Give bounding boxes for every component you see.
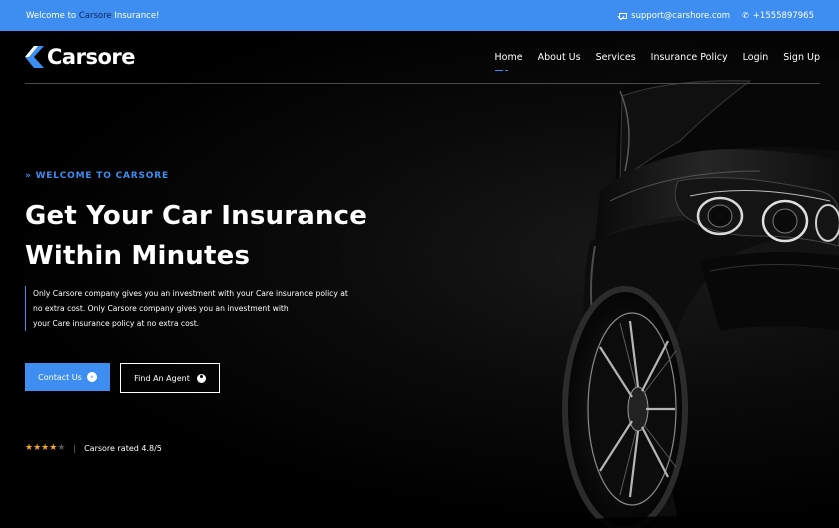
topbar-contacts: support@carshore.com ✆ +1555897965 [619,11,814,21]
desc-line-1: Only Carsore company gives you an invest… [33,289,348,298]
logo-text[interactable]: Carsore [47,45,135,69]
logo-mark-icon [25,46,44,68]
arrow-right-icon: › [86,372,97,382]
hero-description: Only Carsore company gives you an invest… [25,286,355,331]
rating: ★★★★★ | Carsore rated 4.8/5 [25,443,162,453]
nav-item-insurance-policy[interactable]: Insurance Policy [651,52,728,63]
phone-contact[interactable]: ✆ +1555897965 [742,11,814,21]
nav-menu: Home About Us Services Insurance Policy … [494,52,820,71]
mail-icon [619,12,628,19]
headline-line-1: Get Your Car Insurance [25,201,368,231]
star-icon: ★ [57,443,66,453]
nav-item-services[interactable]: Services [596,52,636,63]
user-icon [196,373,206,383]
nav-item-home[interactable]: Home [494,52,523,71]
nav-item-sign-up[interactable]: Sign Up [783,52,820,63]
rating-text: Carsore rated 4.8/5 [84,443,162,453]
phone-icon: ✆ [742,11,749,20]
email-contact[interactable]: support@carshore.com [619,11,730,21]
star-icon: ★ [33,443,42,453]
welcome-prefix: Welcome to [26,10,79,21]
find-agent-label: Find An Agent [134,373,190,383]
headline-line-2: Within Minutes [25,241,251,271]
eyebrow-text: WELCOME TO CARSORE [35,171,169,181]
welcome-suffix: Insurance! [111,10,160,21]
top-bar: Welcome to Carsore Insurance! support@ca… [0,0,839,31]
nav-item-login[interactable]: Login [743,52,769,63]
welcome-text: Welcome to Carsore Insurance! [26,11,159,21]
logo[interactable]: Carsore [25,45,135,69]
contact-us-button[interactable]: Contact Us › [25,363,110,391]
double-chevron-icon: » [25,171,36,181]
star-icon: ★ [25,443,34,453]
star-rating: ★★★★★ [25,443,65,453]
divider: | [73,443,77,453]
nav-item-about-us[interactable]: About Us [538,52,581,63]
find-agent-button[interactable]: Find An Agent [120,363,220,393]
welcome-brand: Carsore [78,10,112,21]
hero-eyebrow: » WELCOME TO CARSORE [25,171,169,181]
phone-text[interactable]: +1555897965 [753,11,814,21]
desc-line-3: your Care insurance policy at no extra c… [33,319,200,328]
car-image [560,61,839,528]
hero-headline: Get Your Car Insurance Within Minutes [25,196,385,276]
main-nav: Carsore Home About Us Services Insurance… [25,31,820,84]
contact-us-label: Contact Us [38,372,82,382]
desc-line-2: no extra cost. Only Carsore company give… [33,304,289,313]
email-text[interactable]: support@carshore.com [631,11,730,21]
